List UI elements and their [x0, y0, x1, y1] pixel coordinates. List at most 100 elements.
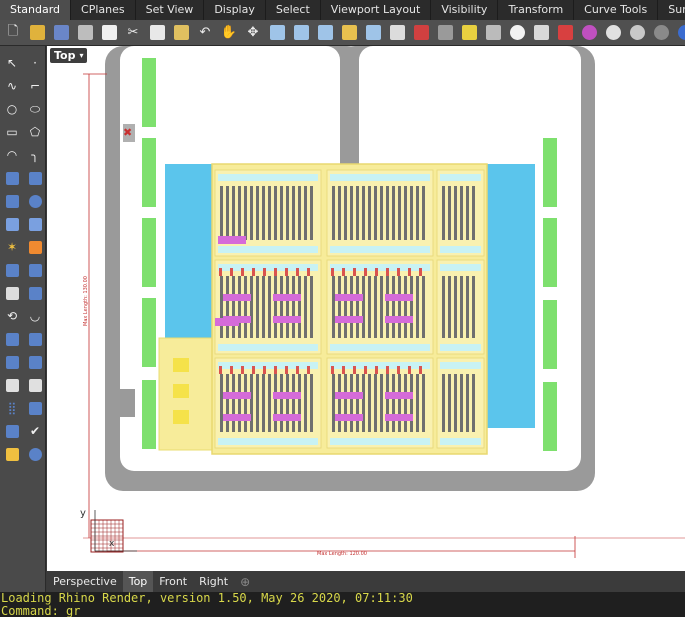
- rack-column: [304, 374, 307, 432]
- offset-icon[interactable]: ⟲: [1, 305, 23, 327]
- rack-bay: [214, 259, 322, 355]
- curve-icon[interactable]: ∿: [1, 75, 23, 97]
- surface-icon-shape: [5, 171, 19, 185]
- surface-icon[interactable]: [1, 167, 23, 189]
- circle-icon[interactable]: ○: [1, 98, 23, 120]
- grid-snap-icon[interactable]: [482, 22, 504, 44]
- rack-column: [232, 186, 235, 240]
- car-icon[interactable]: [410, 22, 432, 44]
- command-prompt[interactable]: Command: gr: [1, 605, 685, 617]
- viewport-top[interactable]: ✖ Max Length: 130.00 Max Length: 120.00 …: [47, 46, 685, 571]
- group-icon[interactable]: [24, 282, 46, 304]
- check-icon[interactable]: ✔: [24, 420, 46, 442]
- viewport-tab-front[interactable]: Front: [153, 571, 193, 592]
- scale-icon[interactable]: [1, 351, 23, 373]
- render-sphere-dark-icon[interactable]: [626, 22, 648, 44]
- mesh-icon[interactable]: [24, 213, 46, 235]
- explode-icon[interactable]: ✶: [1, 236, 23, 258]
- polyline-icon[interactable]: ⌐: [24, 75, 46, 97]
- trim-icon[interactable]: [1, 259, 23, 281]
- extrude-icon[interactable]: [24, 167, 46, 189]
- tab-display[interactable]: Display: [204, 0, 266, 20]
- move-icon[interactable]: [1, 328, 23, 350]
- boolean-icon[interactable]: [24, 236, 46, 258]
- undo-view-icon[interactable]: [362, 22, 384, 44]
- cut-icon[interactable]: ✂: [122, 22, 144, 44]
- tab-set-view[interactable]: Set View: [136, 0, 205, 20]
- light-icon[interactable]: [24, 443, 46, 465]
- undo-icon[interactable]: ↶: [194, 22, 216, 44]
- cylinder-icon[interactable]: [1, 213, 23, 235]
- new-file-icon[interactable]: 🗋: [2, 22, 24, 44]
- environment-sphere-icon[interactable]: [674, 22, 685, 44]
- copy-icon[interactable]: [146, 22, 168, 44]
- layers-icon[interactable]: [554, 22, 576, 44]
- rack-column: [220, 186, 223, 240]
- polygon-icon[interactable]: ⬠: [24, 121, 46, 143]
- tab-visibility[interactable]: Visibility: [431, 0, 499, 20]
- tab-cplanes[interactable]: CPlanes: [71, 0, 136, 20]
- zoom-extents-icon[interactable]: [314, 22, 336, 44]
- print-icon[interactable]: [74, 22, 96, 44]
- viewport-tab-right[interactable]: Right: [193, 571, 234, 592]
- paste-icon[interactable]: [170, 22, 192, 44]
- rack-column: [268, 186, 271, 240]
- rack-bays: [214, 169, 485, 449]
- rotate-icon[interactable]: [24, 328, 46, 350]
- zoom-selected-icon[interactable]: [338, 22, 360, 44]
- column-post: [252, 366, 255, 374]
- point-icon[interactable]: ·: [24, 52, 46, 74]
- paint-bucket-icon[interactable]: [1, 420, 23, 442]
- rack-column: [244, 276, 247, 338]
- drawing-canvas[interactable]: ✖ Max Length: 130.00 Max Length: 120.00 …: [47, 46, 685, 571]
- properties-icon[interactable]: [98, 22, 120, 44]
- arc-icon[interactable]: ◠: [1, 144, 23, 166]
- tab-curve-tools[interactable]: Curve Tools: [574, 0, 659, 20]
- tab-select[interactable]: Select: [266, 0, 321, 20]
- sphere-icon[interactable]: [24, 190, 46, 212]
- render-sphere-icon[interactable]: [602, 22, 624, 44]
- viewport-tab-perspective[interactable]: Perspective: [47, 571, 123, 592]
- rectangle-icon[interactable]: ▭: [1, 121, 23, 143]
- box-icon[interactable]: [1, 190, 23, 212]
- rack-column: [350, 374, 353, 432]
- select-filter-icon[interactable]: [530, 22, 552, 44]
- ellipse-icon[interactable]: ⬭: [24, 98, 46, 120]
- pan-hand-icon[interactable]: ✋: [218, 22, 240, 44]
- four-viewports-icon[interactable]: [386, 22, 408, 44]
- command-history[interactable]: Loading Rhino Render, version 1.50, May …: [0, 592, 685, 617]
- dimension-icon[interactable]: [1, 374, 23, 396]
- material-sphere-icon[interactable]: [650, 22, 672, 44]
- light-bulb-icon[interactable]: [506, 22, 528, 44]
- rack-column: [416, 186, 419, 240]
- viewport-dropdown-icon[interactable]: ▾: [76, 48, 87, 63]
- split-icon[interactable]: [24, 259, 46, 281]
- viewport-tab-top[interactable]: Top: [122, 571, 154, 592]
- osnap-icon[interactable]: [458, 22, 480, 44]
- tab-viewport-layout[interactable]: Viewport Layout: [321, 0, 432, 20]
- save-icon[interactable]: [50, 22, 72, 44]
- rotate-view-icon[interactable]: ✥: [242, 22, 264, 44]
- open-folder-icon[interactable]: [26, 22, 48, 44]
- extrude-icon-shape: [28, 171, 42, 185]
- tab-transform[interactable]: Transform: [498, 0, 575, 20]
- rack-bay: [326, 357, 434, 449]
- array-icon[interactable]: [24, 351, 46, 373]
- tab-surface-tools[interactable]: Surface Tools: [658, 0, 685, 20]
- glasses-icon[interactable]: [434, 22, 456, 44]
- select-arrow-icon[interactable]: ↖: [1, 52, 23, 74]
- text-icon[interactable]: [24, 374, 46, 396]
- tab-standard[interactable]: Standard: [0, 0, 72, 20]
- close-marker-icon[interactable]: ✖: [123, 126, 132, 139]
- join-icon[interactable]: [1, 282, 23, 304]
- render-icon[interactable]: [1, 443, 23, 465]
- analyze-icon[interactable]: [24, 397, 46, 419]
- grid-array-icon[interactable]: ⣿: [1, 397, 23, 419]
- blend-icon[interactable]: ◡: [24, 305, 46, 327]
- zoom-window-icon[interactable]: [290, 22, 312, 44]
- rack-column: [220, 374, 223, 432]
- fillet-icon[interactable]: ╮: [24, 144, 46, 166]
- color-wheel-icon[interactable]: [578, 22, 600, 44]
- zoom-icon[interactable]: [266, 22, 288, 44]
- add-viewport-tab-icon[interactable]: ⊕: [234, 575, 256, 589]
